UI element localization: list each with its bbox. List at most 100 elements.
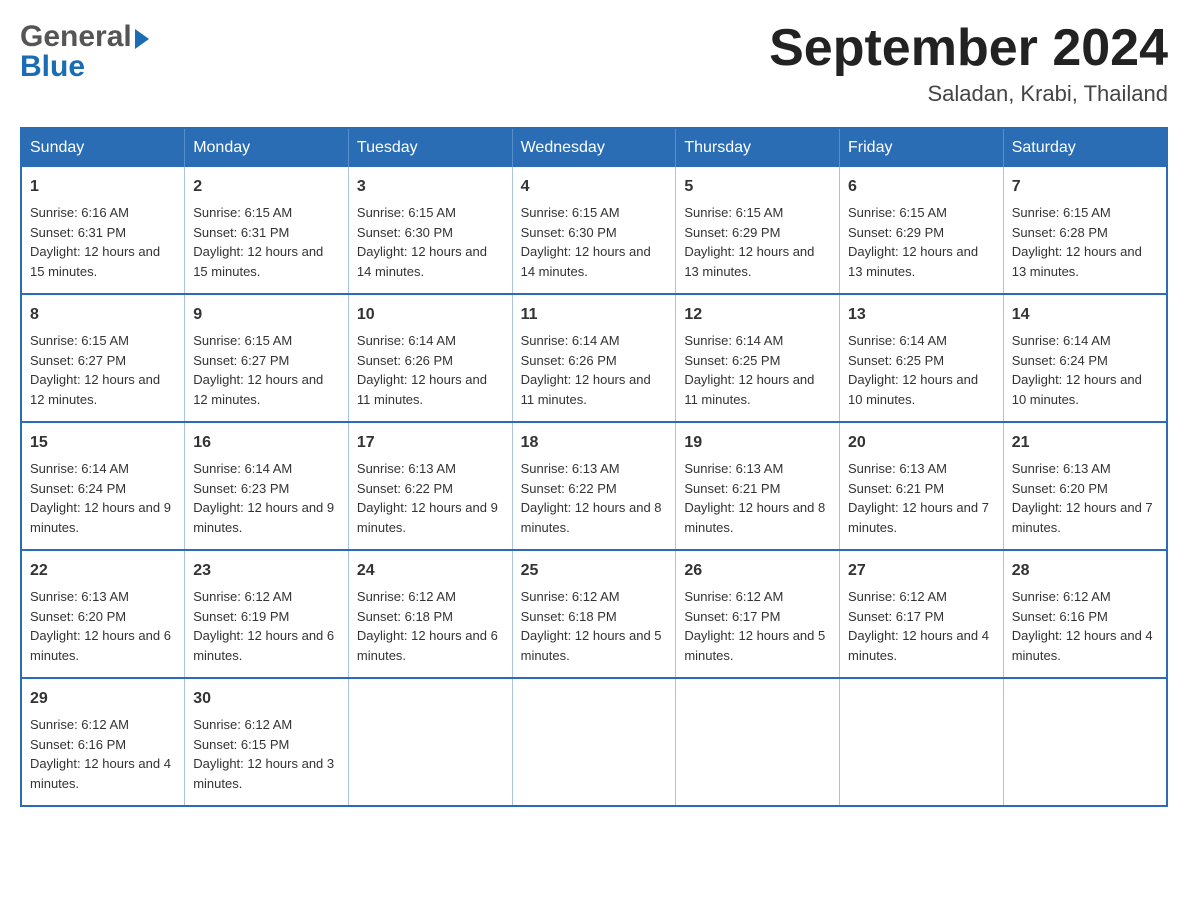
header: General Blue September 2024 Saladan, Kra… <box>20 20 1168 107</box>
sunrise-text: Sunrise: 6:13 AM <box>684 459 831 479</box>
sunrise-text: Sunrise: 6:15 AM <box>357 203 504 223</box>
calendar-cell: 29Sunrise: 6:12 AMSunset: 6:16 PMDayligh… <box>21 678 185 806</box>
sunset-text: Sunset: 6:28 PM <box>1012 223 1158 243</box>
calendar-cell: 7 Sunrise: 6:15 AMSunset: 6:28 PMDaylight… <box>1003 167 1167 294</box>
daylight-text: Daylight: 12 hours and 5 minutes. <box>521 626 668 665</box>
logo-blue: Blue <box>20 50 149 84</box>
sunset-text: Sunset: 6:31 PM <box>30 223 176 243</box>
sunset-text: Sunset: 6:29 PM <box>848 223 995 243</box>
calendar-week-row: 22Sunrise: 6:13 AMSunset: 6:20 PMDayligh… <box>21 550 1167 678</box>
daylight-text: Daylight: 12 hours and 11 minutes. <box>684 370 831 409</box>
daylight-text: Daylight: 12 hours and 14 minutes. <box>521 242 668 281</box>
sunrise-text: Sunrise: 6:13 AM <box>357 459 504 479</box>
calendar-header-monday: Monday <box>185 128 349 167</box>
calendar-cell: 25 Sunrise: 6:12 AMSunset: 6:18 PMDayligh… <box>512 550 676 678</box>
sunrise-text: Sunrise: 6:13 AM <box>1012 459 1158 479</box>
day-number: 28 <box>1012 559 1158 583</box>
calendar-header-tuesday: Tuesday <box>348 128 512 167</box>
calendar-cell: 15Sunrise: 6:14 AMSunset: 6:24 PMDayligh… <box>21 422 185 550</box>
sunset-text: Sunset: 6:15 PM <box>193 735 340 755</box>
sunset-text: Sunset: 6:17 PM <box>848 607 995 627</box>
sunrise-text: Sunrise: 6:14 AM <box>684 331 831 351</box>
logo: General Blue <box>20 20 149 84</box>
day-number: 18 <box>521 431 668 455</box>
calendar-table: SundayMondayTuesdayWednesdayThursdayFrid… <box>20 127 1168 807</box>
calendar-cell: 4Sunrise: 6:15 AMSunset: 6:30 PMDaylight… <box>512 167 676 294</box>
daylight-text: Daylight: 12 hours and 5 minutes. <box>684 626 831 665</box>
daylight-text: Daylight: 12 hours and 15 minutes. <box>30 242 176 281</box>
sunrise-text: Sunrise: 6:12 AM <box>848 587 995 607</box>
day-number: 19 <box>684 431 831 455</box>
sunrise-text: Sunrise: 6:12 AM <box>30 715 176 735</box>
sunrise-text: Sunrise: 6:15 AM <box>30 331 176 351</box>
day-number: 13 <box>848 303 995 327</box>
sunrise-text: Sunrise: 6:14 AM <box>1012 331 1158 351</box>
calendar-cell: 11Sunrise: 6:14 AMSunset: 6:26 PMDayligh… <box>512 294 676 422</box>
day-number: 17 <box>357 431 504 455</box>
calendar-cell: 18Sunrise: 6:13 AMSunset: 6:22 PMDayligh… <box>512 422 676 550</box>
daylight-text: Daylight: 12 hours and 13 minutes. <box>1012 242 1158 281</box>
daylight-text: Daylight: 12 hours and 8 minutes. <box>684 498 831 537</box>
sunrise-text: Sunrise: 6:15 AM <box>848 203 995 223</box>
sunrise-text: Sunrise: 6:14 AM <box>357 331 504 351</box>
sunset-text: Sunset: 6:25 PM <box>684 351 831 371</box>
sunset-text: Sunset: 6:31 PM <box>193 223 340 243</box>
sunset-text: Sunset: 6:25 PM <box>848 351 995 371</box>
calendar-header-friday: Friday <box>840 128 1004 167</box>
title-area: September 2024 Saladan, Krabi, Thailand <box>769 20 1168 107</box>
sunrise-text: Sunrise: 6:12 AM <box>521 587 668 607</box>
sunrise-text: Sunrise: 6:14 AM <box>30 459 176 479</box>
day-number: 11 <box>521 303 668 327</box>
calendar-cell: 19Sunrise: 6:13 AMSunset: 6:21 PMDayligh… <box>676 422 840 550</box>
daylight-text: Daylight: 12 hours and 8 minutes. <box>521 498 668 537</box>
calendar-cell: 13Sunrise: 6:14 AMSunset: 6:25 PMDayligh… <box>840 294 1004 422</box>
daylight-text: Daylight: 12 hours and 9 minutes. <box>30 498 176 537</box>
day-number: 9 <box>193 303 340 327</box>
calendar-cell: 12Sunrise: 6:14 AMSunset: 6:25 PMDayligh… <box>676 294 840 422</box>
daylight-text: Daylight: 12 hours and 4 minutes. <box>848 626 995 665</box>
calendar-header-sunday: Sunday <box>21 128 185 167</box>
sunset-text: Sunset: 6:17 PM <box>684 607 831 627</box>
calendar-cell: 21Sunrise: 6:13 AMSunset: 6:20 PMDayligh… <box>1003 422 1167 550</box>
daylight-text: Daylight: 12 hours and 9 minutes. <box>193 498 340 537</box>
sunrise-text: Sunrise: 6:13 AM <box>848 459 995 479</box>
daylight-text: Daylight: 12 hours and 14 minutes. <box>357 242 504 281</box>
calendar-cell: 5Sunrise: 6:15 AMSunset: 6:29 PMDaylight… <box>676 167 840 294</box>
month-year-title: September 2024 <box>769 20 1168 77</box>
calendar-cell: 20Sunrise: 6:13 AMSunset: 6:21 PMDayligh… <box>840 422 1004 550</box>
day-number: 30 <box>193 687 340 711</box>
day-number: 20 <box>848 431 995 455</box>
sunset-text: Sunset: 6:20 PM <box>30 607 176 627</box>
sunset-text: Sunset: 6:18 PM <box>521 607 668 627</box>
sunset-text: Sunset: 6:30 PM <box>521 223 668 243</box>
calendar-cell: 2Sunrise: 6:15 AMSunset: 6:31 PMDaylight… <box>185 167 349 294</box>
daylight-text: Daylight: 12 hours and 11 minutes. <box>357 370 504 409</box>
day-number: 2 <box>193 175 340 199</box>
sunrise-text: Sunrise: 6:12 AM <box>357 587 504 607</box>
sunset-text: Sunset: 6:23 PM <box>193 479 340 499</box>
day-number: 25 <box>521 559 668 583</box>
calendar-cell: 16Sunrise: 6:14 AMSunset: 6:23 PMDayligh… <box>185 422 349 550</box>
sunrise-text: Sunrise: 6:12 AM <box>193 587 340 607</box>
sunset-text: Sunset: 6:16 PM <box>30 735 176 755</box>
sunset-text: Sunset: 6:22 PM <box>521 479 668 499</box>
calendar-cell: 28Sunrise: 6:12 AMSunset: 6:16 PMDayligh… <box>1003 550 1167 678</box>
sunset-text: Sunset: 6:26 PM <box>357 351 504 371</box>
day-number: 14 <box>1012 303 1158 327</box>
calendar-cell: 17Sunrise: 6:13 AMSunset: 6:22 PMDayligh… <box>348 422 512 550</box>
calendar-week-row: 15Sunrise: 6:14 AMSunset: 6:24 PMDayligh… <box>21 422 1167 550</box>
daylight-text: Daylight: 12 hours and 13 minutes. <box>684 242 831 281</box>
daylight-text: Daylight: 12 hours and 6 minutes. <box>30 626 176 665</box>
daylight-text: Daylight: 12 hours and 6 minutes. <box>193 626 340 665</box>
daylight-text: Daylight: 12 hours and 11 minutes. <box>521 370 668 409</box>
day-number: 7 <box>1012 175 1158 199</box>
day-number: 8 <box>30 303 176 327</box>
calendar-cell <box>840 678 1004 806</box>
calendar-cell: 9Sunrise: 6:15 AMSunset: 6:27 PMDaylight… <box>185 294 349 422</box>
sunrise-text: Sunrise: 6:15 AM <box>1012 203 1158 223</box>
day-number: 16 <box>193 431 340 455</box>
day-number: 22 <box>30 559 176 583</box>
sunset-text: Sunset: 6:27 PM <box>30 351 176 371</box>
sunset-text: Sunset: 6:27 PM <box>193 351 340 371</box>
calendar-week-row: 29Sunrise: 6:12 AMSunset: 6:16 PMDayligh… <box>21 678 1167 806</box>
